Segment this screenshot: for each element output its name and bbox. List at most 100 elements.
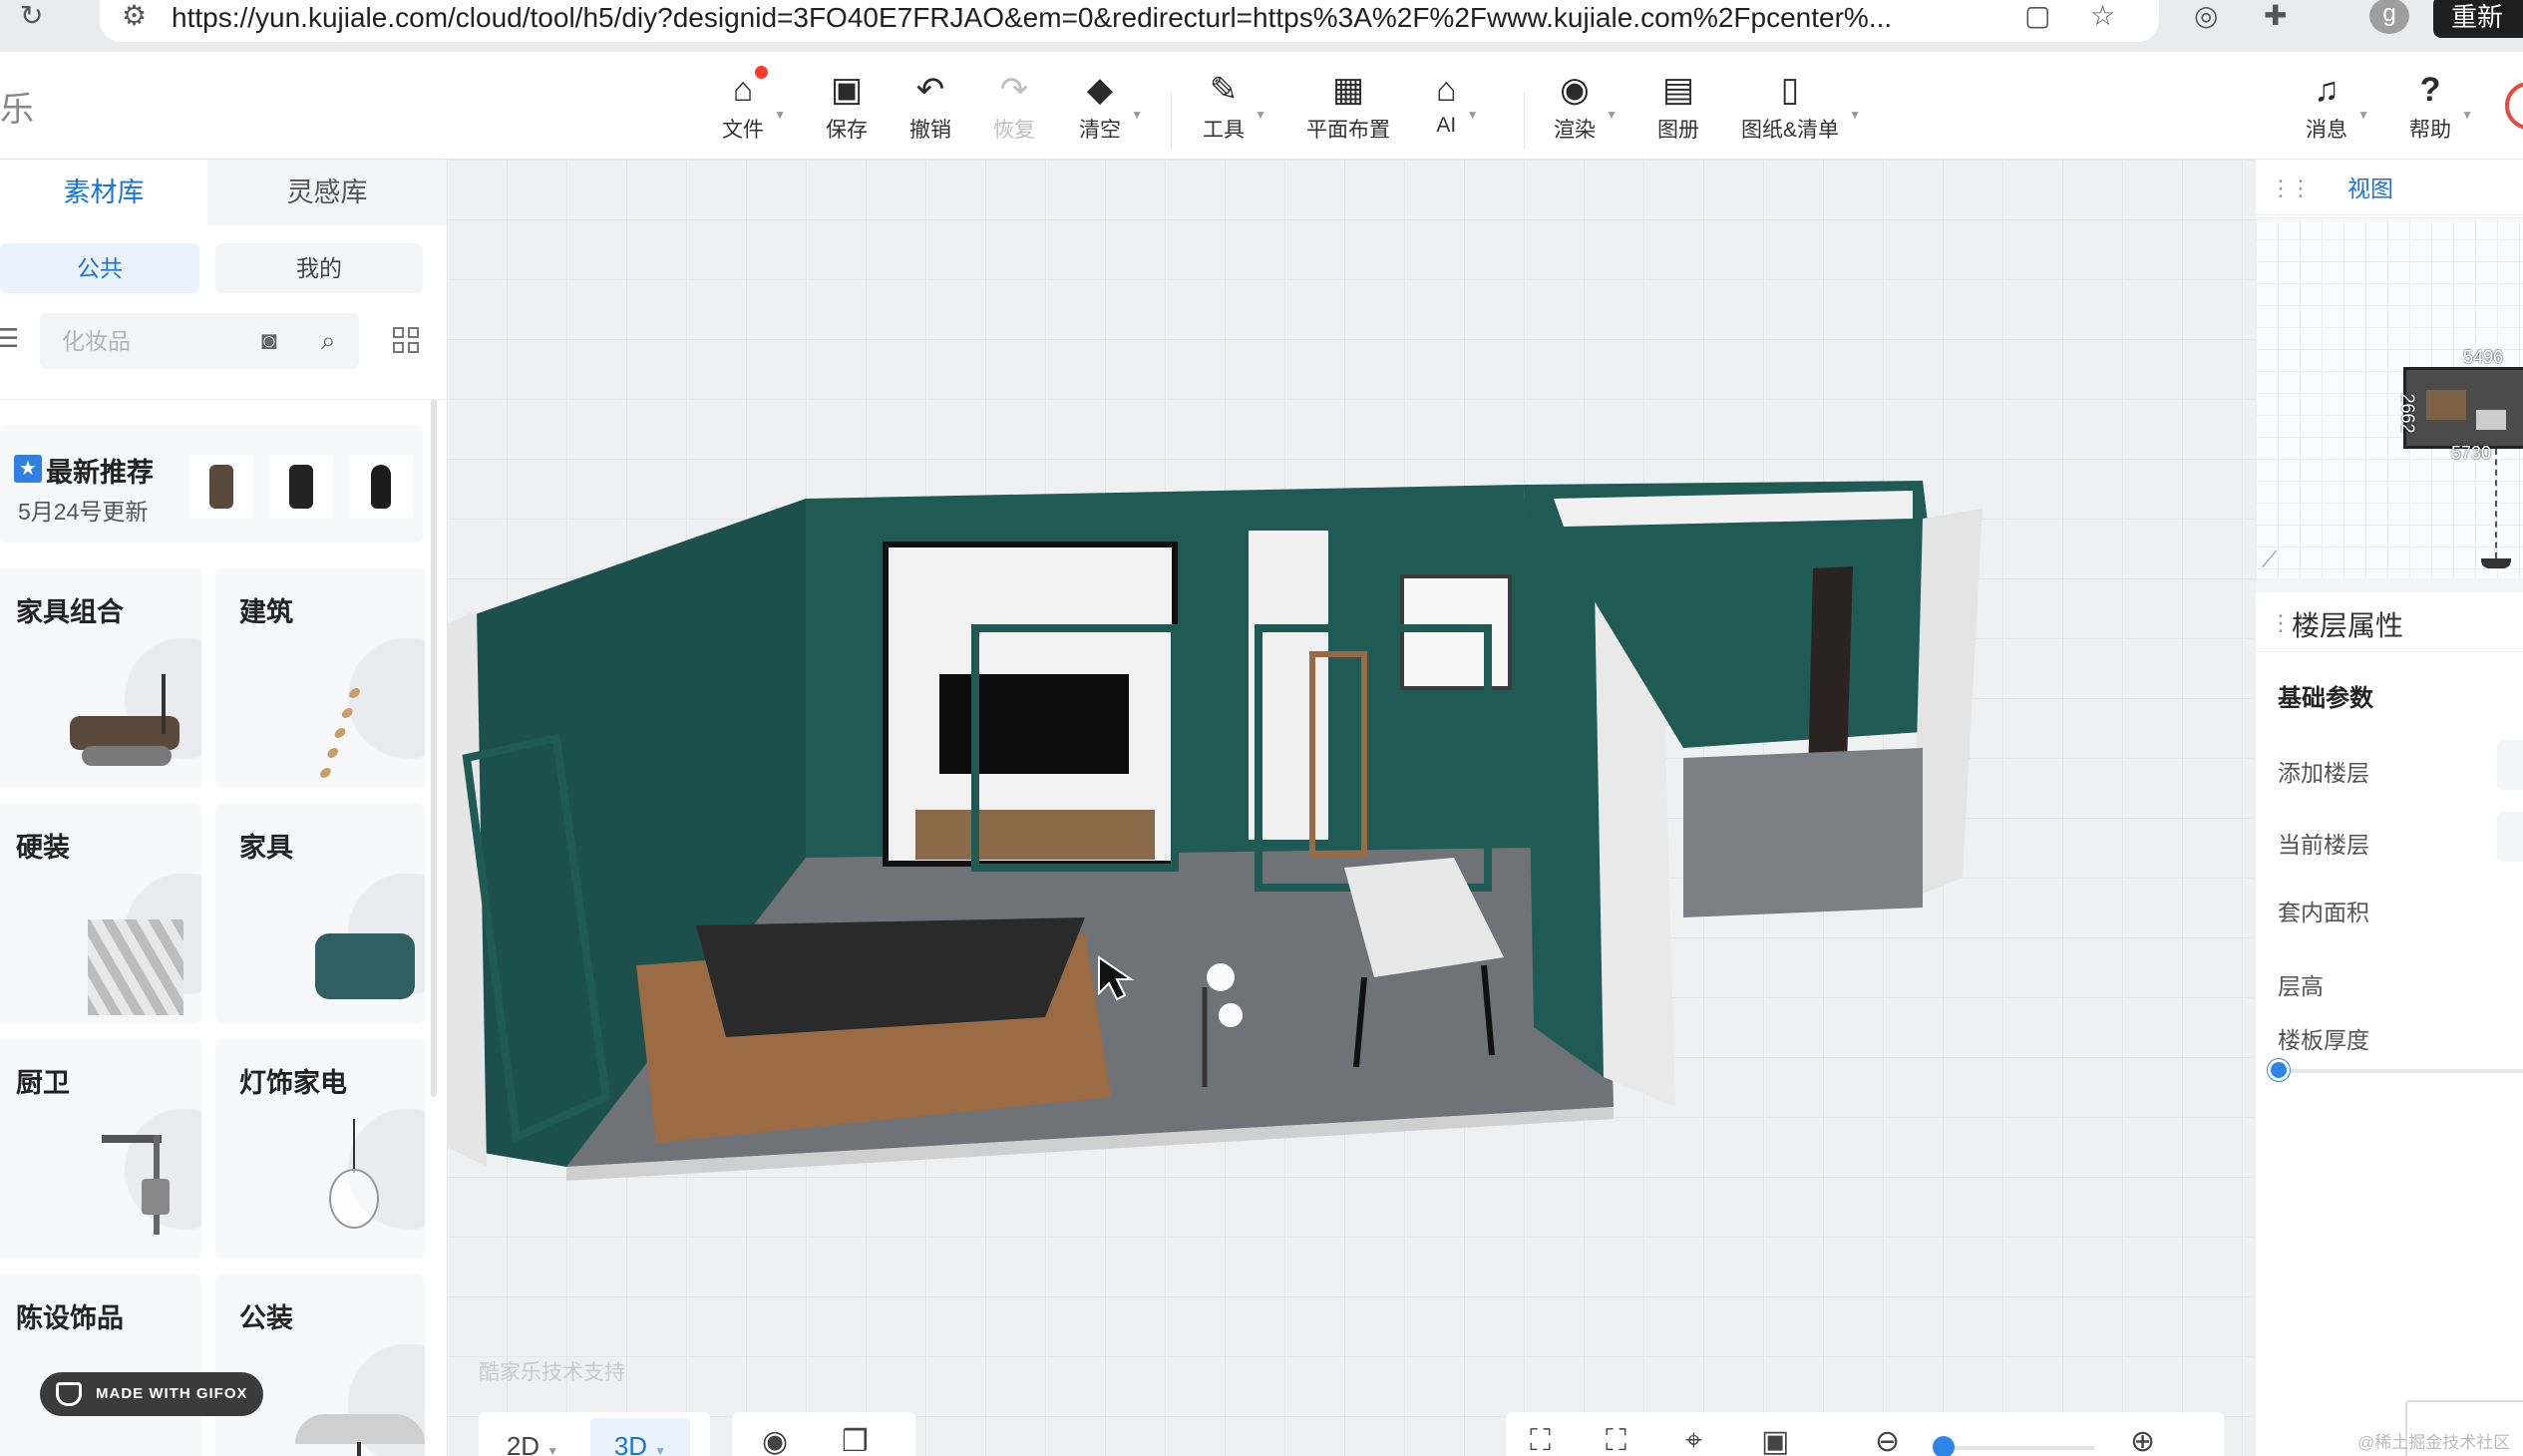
layout-icon: ▦: [1331, 71, 1365, 109]
grid-view-icon[interactable]: [393, 327, 419, 353]
category-decor[interactable]: 陈设饰品: [0, 1274, 201, 1456]
album-icon: ▤: [1661, 71, 1695, 109]
shower-thumbnail: [42, 1109, 201, 1259]
floor-properties-panel: ⋮⋮ 楼层属性 基础参数 添加楼层 当前楼层 套内面积 层高 楼板厚度: [2256, 592, 2523, 1456]
scrollbar[interactable]: [431, 399, 437, 1097]
slab-thickness-slider-handle[interactable]: [2268, 1059, 2290, 1081]
latest-recommend-card[interactable]: ★ 最新推荐 5月24号更新: [0, 425, 423, 543]
toolbar-messages[interactable]: ♫ 消息 ▼: [2306, 68, 2369, 144]
screenshot-icon[interactable]: ▣: [1761, 1424, 1789, 1456]
tab-public[interactable]: 公共: [0, 243, 199, 293]
category-kitchen-bath[interactable]: 厨卫: [0, 1039, 201, 1259]
cube-icon[interactable]: ❒: [842, 1424, 869, 1456]
toolbar-save[interactable]: ▣ 保存: [826, 68, 868, 144]
minimap-camera-marker[interactable]: [2481, 558, 2511, 568]
redo-icon: ↷: [999, 71, 1029, 109]
browser-bar: ↻ ⚙ https://yun.kujiale.com/cloud/tool/h…: [0, 0, 2523, 52]
address-bar[interactable]: ⚙ https://yun.kujiale.com/cloud/tool/h5/…: [100, 0, 2159, 42]
save-icon: ▣: [830, 71, 864, 109]
zoom-slider[interactable]: [1945, 1446, 2094, 1450]
view-mode-switch: 2D ▼ 3D ▼: [479, 1412, 710, 1456]
bookmark-page-icon[interactable]: ▢: [2024, 0, 2050, 32]
chevron-down-icon: ▼: [2357, 108, 2369, 122]
search-icon[interactable]: ⌕: [321, 325, 336, 357]
tab-inspiration-library[interactable]: 灵感库: [207, 160, 447, 225]
chevron-down-icon: ▼: [1606, 108, 1618, 122]
roam-view-icon[interactable]: ⛶: [1606, 1424, 1626, 1456]
view-title[interactable]: 视图: [2347, 170, 2393, 203]
toolbar-drawings[interactable]: ▯ 图纸&清单 ▼: [1741, 68, 1861, 144]
view-mode-2d-button[interactable]: 2D ▼: [483, 1418, 582, 1456]
minimap-room[interactable]: [2403, 367, 2523, 449]
site-settings-icon[interactable]: ⚙: [122, 0, 147, 32]
inner-area-label: 套内面积: [2278, 900, 2369, 925]
user-avatar[interactable]: [2505, 82, 2523, 130]
toolbar-album[interactable]: ▤ 图册: [1657, 68, 1699, 144]
star-icon[interactable]: ☆: [2090, 0, 2115, 32]
right-panel: ⋮⋮ 视图 5496 5730 2662 ⟋ ⋮⋮ 楼层属性 基础参数 添加楼层…: [2256, 160, 2523, 1456]
floor-properties-title: 楼层属性: [2292, 610, 2404, 641]
recommend-thumbnail[interactable]: [349, 455, 413, 519]
toolbar-file[interactable]: ⌂ 文件 ▼: [722, 66, 786, 144]
adjoining-room-floor: [1683, 748, 1923, 917]
drag-handle-icon[interactable]: ⋮⋮: [2270, 176, 2312, 201]
floor-properties-header: ⋮⋮ 楼层属性: [2256, 592, 2523, 652]
wrench-icon: ✎: [1209, 71, 1239, 109]
recommend-thumbnail[interactable]: [269, 455, 333, 519]
search-input[interactable]: [62, 313, 261, 369]
toolbar-floorplan[interactable]: ▦ 平面布置: [1306, 68, 1390, 144]
menu-icon[interactable]: ☰: [0, 323, 19, 354]
view-card: ⋮⋮ 视图 5496 5730 2662 ⟋: [2256, 160, 2523, 578]
category-architecture[interactable]: 建筑: [215, 568, 425, 788]
category-furniture[interactable]: 家具: [215, 804, 425, 1023]
help-icon: ?: [2419, 71, 2441, 109]
recommend-thumbnail[interactable]: [189, 455, 253, 519]
tab-mine[interactable]: 我的: [215, 243, 423, 293]
chevron-down-icon: ▼: [774, 108, 786, 122]
toolbar-help[interactable]: ? 帮助 ▼: [2409, 68, 2473, 144]
app-toolbar: 乐 ⌂ 文件 ▼ ▣ 保存 ↶ 撤销 ↷ 恢复 ◆ 清空 ▼ ✎ 工具 ▼ ▦ …: [0, 52, 2523, 160]
zoom-slider-handle[interactable]: [1933, 1436, 1955, 1456]
app-logo[interactable]: 乐: [0, 82, 34, 131]
chevron-down-icon: ▼: [654, 1444, 667, 1456]
category-hard-decoration[interactable]: 硬装: [0, 804, 201, 1023]
eye-icon[interactable]: ◉: [762, 1424, 788, 1456]
toolbar-undo[interactable]: ↶ 撤销: [909, 68, 951, 144]
relaunch-button[interactable]: 重新: [2433, 0, 2523, 38]
scope-tabs: 公共 我的: [0, 243, 447, 293]
view-mode-3d-button[interactable]: 3D ▼: [590, 1418, 690, 1456]
toolbar-render[interactable]: ◉ 渲染 ▼: [1554, 68, 1618, 144]
category-furniture-set[interactable]: 家具组合: [0, 568, 201, 788]
zoom-out-icon[interactable]: ⊖: [1875, 1424, 1900, 1456]
minimap-dimension-side: 2662: [2397, 393, 2418, 434]
basic-params-heading: 基础参数: [2278, 685, 2373, 712]
current-floor-select[interactable]: [2497, 812, 2523, 862]
extension-icon[interactable]: ◎: [2194, 0, 2218, 32]
minimap[interactable]: 5496 5730 2662 ⟋: [2256, 217, 2523, 578]
profile-avatar[interactable]: g: [2369, 0, 2409, 34]
focus-icon[interactable]: ⌖: [1685, 1424, 1702, 1456]
fit-view-icon[interactable]: ⛶: [1530, 1424, 1551, 1456]
current-floor-label: 当前楼层: [2278, 832, 2369, 858]
zoom-in-icon[interactable]: ⊕: [2130, 1424, 2155, 1456]
add-floor-control[interactable]: [2497, 740, 2523, 790]
toolbar-divider: [1171, 92, 1172, 150]
tab-material-library[interactable]: 素材库: [0, 160, 207, 225]
toolbar-clear[interactable]: ◆ 清空 ▼: [1079, 68, 1143, 144]
camera-icon[interactable]: ◙: [261, 325, 277, 356]
category-lighting-appliances[interactable]: 灯饰家电: [215, 1039, 425, 1259]
toolbar-redo[interactable]: ↷ 恢复: [993, 68, 1035, 144]
minimap-dimension-top: 5496: [2463, 347, 2504, 367]
floor-height-label: 层高: [2278, 973, 2324, 999]
category-commercial[interactable]: 公装: [215, 1274, 425, 1456]
resize-handle-icon[interactable]: ⟋: [2262, 546, 2277, 572]
slab-thickness-label: 楼板厚度: [2278, 1027, 2369, 1053]
toolbar-ai[interactable]: ⌂ AI ▼: [1436, 68, 1479, 138]
toolbar-tools[interactable]: ✎ 工具 ▼: [1203, 68, 1266, 144]
reload-icon[interactable]: ↻: [20, 0, 43, 32]
puzzle-icon[interactable]: ✚: [2264, 0, 2287, 32]
display-controls: ◉ ❒: [732, 1412, 915, 1456]
slab-thickness-slider[interactable]: [2278, 1069, 2523, 1073]
3d-viewport[interactable]: 酷家乐技术支持 2D ▼ 3D ▼ ◉ ❒ ⛶ ⛶ ⌖ ▣ ⊖ ⊕: [447, 160, 2256, 1456]
tv-cabinet: [915, 810, 1155, 860]
